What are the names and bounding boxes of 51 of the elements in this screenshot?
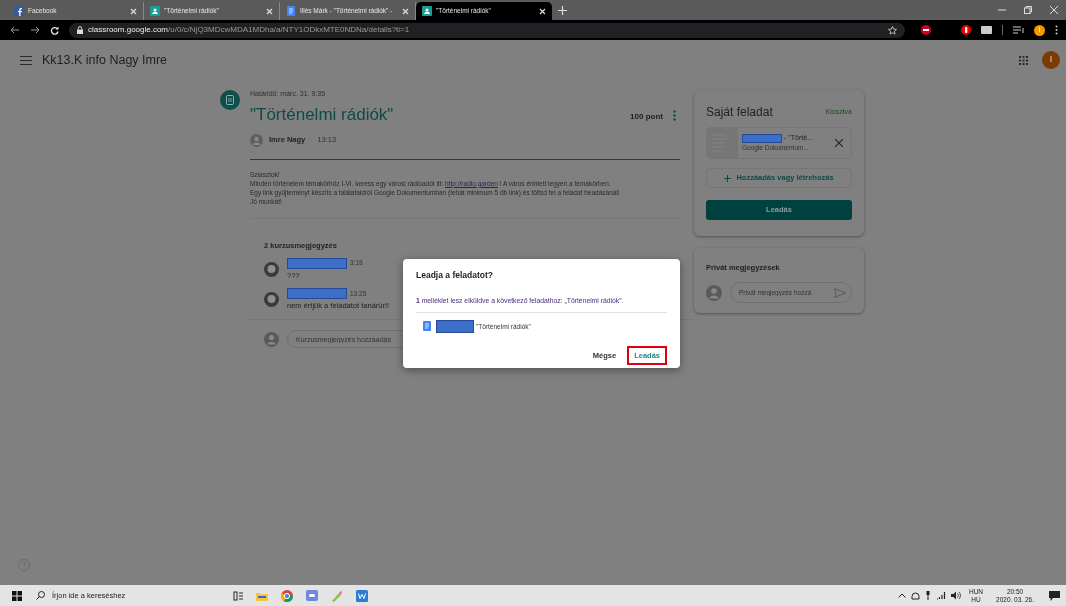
url-text[interactable]: classroom.google.com/u/0/c/NjQ3MDcwMDA1MDha/a/NTY1ODkxMTE0NDNa/details?ti=1 [88, 24, 883, 36]
classroom-icon [422, 6, 432, 16]
speaker-icon[interactable] [950, 591, 961, 600]
forward-arrow-icon[interactable] [30, 26, 40, 34]
reload-icon[interactable] [50, 25, 59, 35]
redaction-block [742, 133, 782, 143]
assignment-icon [220, 90, 240, 110]
apps-grid-icon[interactable] [1019, 55, 1028, 65]
profile-photo [264, 292, 279, 307]
menu-icon[interactable] [1055, 25, 1058, 35]
more-options-icon[interactable] [673, 109, 676, 121]
back-arrow-icon[interactable] [10, 26, 20, 34]
document-icon [422, 321, 432, 332]
new-tab-icon[interactable] [558, 6, 567, 15]
minimize-icon[interactable] [998, 6, 1006, 14]
redaction-block [436, 319, 474, 333]
chevron-up-icon[interactable] [897, 593, 906, 598]
points: 100 pont [630, 110, 663, 123]
star-icon[interactable] [888, 25, 897, 35]
windows-start-icon[interactable] [12, 590, 22, 601]
avatar-silhouette-icon [264, 331, 279, 347]
extension-icon[interactable] [921, 25, 931, 35]
course-title[interactable]: Kk13.K info Nagy Imre [42, 50, 168, 70]
facebook-icon [14, 6, 24, 16]
assignment-title: "Történelmi rádiók" [250, 103, 394, 126]
avatar-silhouette-icon [250, 133, 263, 147]
profile-photo [264, 261, 279, 277]
card-title: Saját feladat [706, 104, 773, 121]
extension-icon[interactable] [961, 25, 971, 35]
plug-icon[interactable] [924, 591, 931, 600]
plus-icon [724, 174, 732, 182]
dialog-title: Leadja a feladatot? [416, 269, 494, 282]
redaction-block [287, 257, 347, 269]
restore-icon[interactable] [1024, 6, 1032, 14]
browser-icon[interactable] [281, 589, 293, 602]
document-icon [286, 6, 296, 16]
search-icon [36, 591, 45, 600]
avatar-silhouette-icon [706, 284, 722, 301]
network-icon[interactable] [935, 591, 946, 600]
address-bar[interactable]: classroom.google.com/u/0/c/NjQ3MDcwMDA1MDha/a/NTY1ODkxMTE0NDNa/details?ti=1 [69, 22, 905, 38]
word-processor-icon[interactable] [356, 589, 368, 602]
lock-icon [77, 26, 83, 34]
classroom-icon [150, 6, 160, 16]
task-view-icon[interactable] [233, 590, 243, 601]
chat-app-icon[interactable] [306, 590, 318, 601]
media-control-icon[interactable] [1013, 26, 1024, 34]
notification-icon[interactable] [1049, 590, 1060, 601]
redaction-block [287, 288, 347, 299]
folder-icon[interactable] [256, 590, 268, 601]
account-avatar[interactable]: I [1042, 51, 1060, 69]
cloud-icon[interactable] [910, 591, 920, 600]
